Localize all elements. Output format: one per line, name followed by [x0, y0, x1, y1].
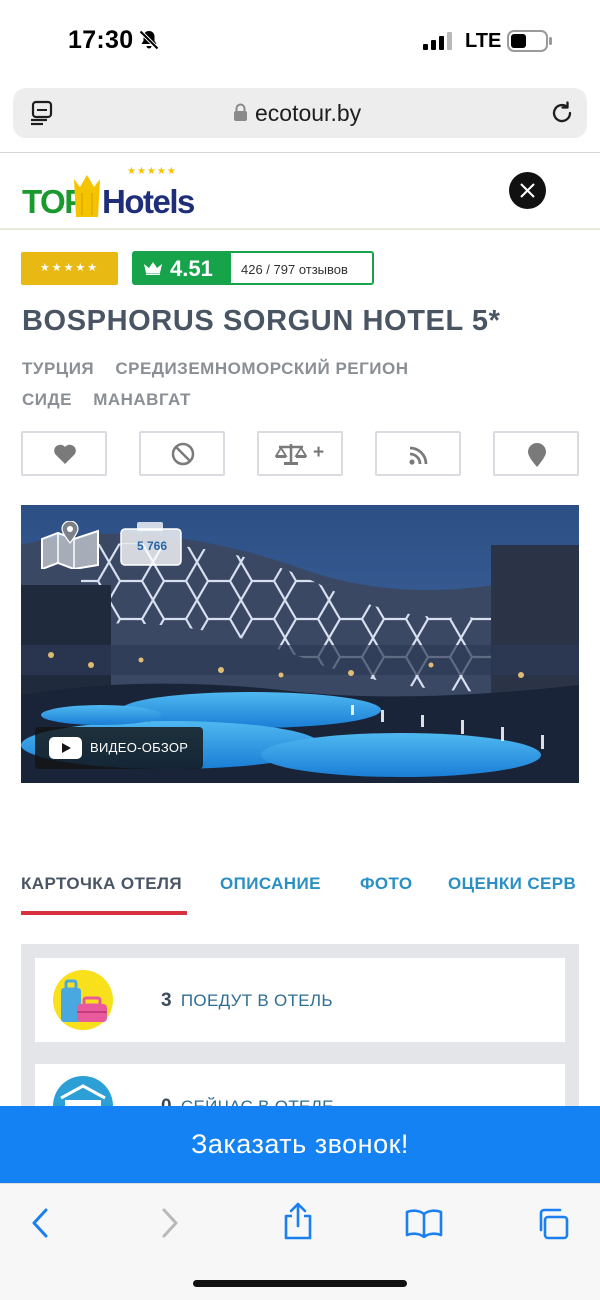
hotel-title: BOSPHORUS SORGUN HOTEL 5*: [22, 305, 501, 337]
crown-icon: [144, 262, 162, 275]
stat-label-going: ПОЕДУТ В ОТЕЛЬ: [180, 991, 333, 1010]
logo-hotels-text: Hotels: [102, 183, 195, 220]
breadcrumb: ТУРЦИЯ СРЕДИЗЕМНОМОРСКИЙ РЕГИОН СИДЕ МАН…: [22, 353, 492, 415]
map-location-button[interactable]: [493, 431, 579, 476]
crown-logo-icon: [74, 175, 100, 217]
breadcrumb-country[interactable]: ТУРЦИЯ: [22, 359, 94, 378]
photo-count: 5 766: [136, 539, 168, 553]
status-bar: 17:30 LTE: [0, 0, 600, 82]
youtube-play-icon: [49, 737, 82, 759]
tophotels-logo[interactable]: TOP Hotels ★★★★★: [22, 165, 195, 220]
request-call-button[interactable]: Заказать звонок!: [0, 1106, 600, 1183]
close-icon: [520, 183, 535, 198]
bell-slash-icon: [138, 29, 160, 51]
video-review-button[interactable]: ВИДЕО-ОБЗОР: [35, 727, 203, 769]
hotel-stars-badge: ★★★★★: [21, 252, 118, 285]
active-tab-indicator: [21, 911, 187, 915]
rating-score-block: 4.51: [134, 253, 231, 283]
share-icon[interactable]: [283, 1202, 313, 1240]
blacklist-button[interactable]: [139, 431, 225, 476]
tab-service-ratings[interactable]: ОЦЕНКИ СЕРВ: [448, 874, 576, 894]
rating-score: 4.51: [170, 256, 213, 281]
rss-icon: [409, 446, 428, 465]
breadcrumb-city[interactable]: МАНАВГАТ: [93, 390, 191, 409]
hotel-photo[interactable]: 5 766 ВИДЕО-ОБЗОР: [21, 505, 579, 783]
tab-photos[interactable]: ФОТО: [360, 874, 413, 894]
ban-icon: [171, 442, 195, 466]
stat-number-going: 3: [161, 990, 172, 1011]
compare-plus: +: [313, 442, 325, 463]
status-time: 17:30: [68, 26, 134, 54]
tabs-overview-icon[interactable]: [536, 1208, 570, 1240]
site-header: TOP Hotels ★★★★★: [0, 153, 600, 230]
lock-icon: [234, 103, 247, 121]
favorite-button[interactable]: [21, 431, 107, 476]
reviews-count[interactable]: 426 / 797 отзывов: [241, 262, 348, 277]
map-icon[interactable]: [40, 521, 100, 569]
cellular-signal-icon: [423, 32, 452, 50]
map-pin-icon: [528, 443, 546, 467]
video-review-label: ВИДЕО-ОБЗОР: [90, 740, 189, 755]
forward-icon[interactable]: [160, 1208, 180, 1238]
logo-stars: ★★★★★: [127, 166, 177, 177]
bookmarks-icon[interactable]: [405, 1208, 443, 1238]
home-indicator: [193, 1280, 407, 1287]
heart-icon: [54, 444, 76, 464]
reload-icon[interactable]: [549, 100, 575, 126]
luggage-icon: [53, 970, 113, 1030]
stat-card-going: 3 ПОЕДУТ В ОТЕЛЬ: [35, 958, 565, 1042]
tab-description[interactable]: ОПИСАНИЕ: [220, 874, 321, 894]
rating-box[interactable]: 4.51 426 / 797 отзывов: [132, 251, 374, 285]
hotel-tabs: КАРТОЧКА ОТЕЛЯ ОПИСАНИЕ ФОТО ОЦЕНКИ СЕРВ: [0, 860, 600, 920]
close-button[interactable]: [509, 172, 546, 209]
compare-button[interactable]: +: [257, 431, 343, 476]
tab-hotel-card[interactable]: КАРТОЧКА ОТЕЛЯ: [21, 874, 182, 894]
scales-icon: [275, 444, 307, 465]
reader-tabs-icon[interactable]: [29, 100, 55, 126]
subscribe-button[interactable]: [375, 431, 461, 476]
breadcrumb-resort[interactable]: СИДЕ: [22, 390, 72, 409]
stats-panel: 3 ПОЕДУТ В ОТЕЛЬ 0 СЕЙЧАС В ОТЕЛЕ: [21, 944, 579, 1114]
battery-icon: [507, 30, 552, 52]
url-text[interactable]: ecotour.by: [255, 100, 361, 127]
stat-text-going: 3 ПОЕДУТ В ОТЕЛЬ: [161, 990, 333, 1012]
back-icon[interactable]: [30, 1208, 50, 1238]
breadcrumb-region[interactable]: СРЕДИЗЕМНОМОРСКИЙ РЕГИОН: [115, 359, 408, 378]
address-bar[interactable]: ecotour.by: [13, 88, 587, 138]
network-type: LTE: [465, 30, 502, 52]
